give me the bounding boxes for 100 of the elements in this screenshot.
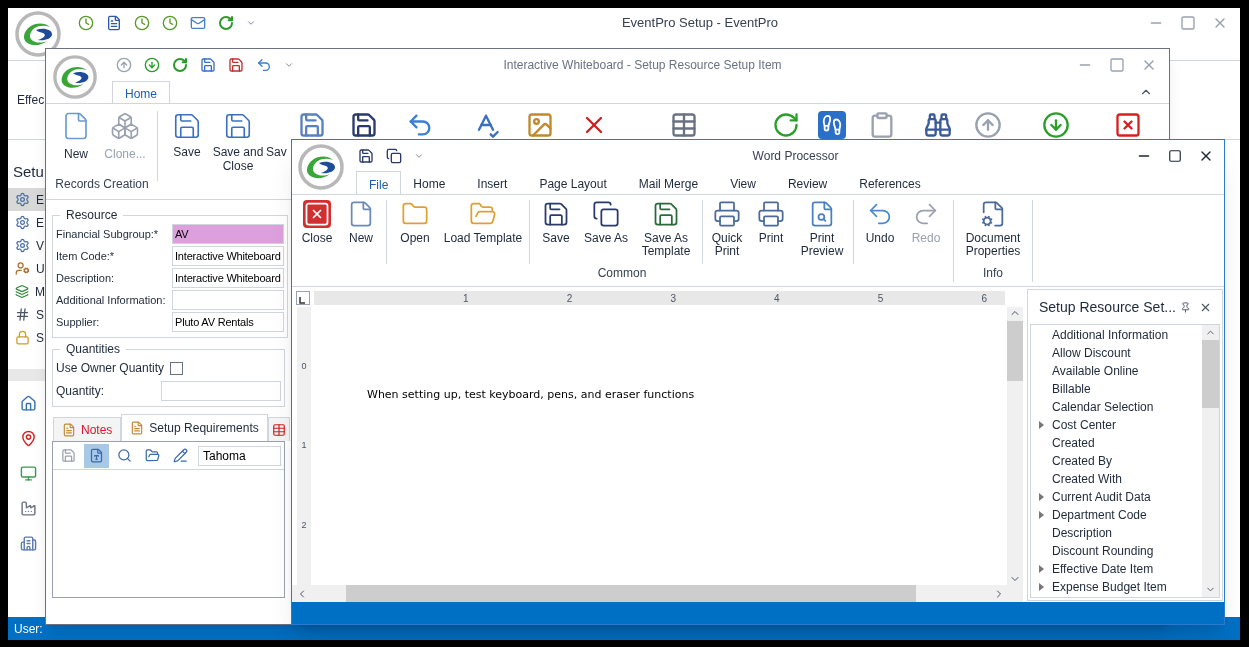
sidebar-item[interactable]: S <box>8 303 45 326</box>
printer-icon <box>713 200 741 228</box>
ribbon-tab[interactable]: Mail Merge <box>626 171 711 194</box>
ribbon-button[interactable]: Print Preview <box>794 200 850 264</box>
refresh-icon[interactable] <box>218 15 234 31</box>
ribbon-tab[interactable]: Insert <box>465 171 520 194</box>
logo-icon[interactable] <box>14 10 62 58</box>
checkbox[interactable] <box>170 361 184 375</box>
detail-tab[interactable]: Notes <box>53 417 122 441</box>
list-item[interactable]: Created By <box>1031 452 1202 470</box>
pin-icon[interactable] <box>1180 301 1191 313</box>
text-field[interactable]: AV <box>172 224 284 244</box>
save-icon[interactable] <box>358 147 374 164</box>
sidebar-item[interactable]: E <box>8 188 45 211</box>
expand-icon[interactable] <box>1039 421 1044 429</box>
ribbon-button[interactable]: Undo <box>857 200 903 264</box>
mail-icon[interactable] <box>190 15 206 31</box>
ribbon-button[interactable]: Save As <box>579 200 633 264</box>
monitor-icon[interactable] <box>20 465 37 482</box>
list-item[interactable]: Available Online <box>1031 362 1202 380</box>
text-field[interactable]: Interactive Whiteboard <box>172 268 284 288</box>
detail-tab[interactable]: Setup Requirements <box>121 414 268 441</box>
ribbon-button[interactable]: Save <box>164 111 210 199</box>
refresh-icon[interactable] <box>172 57 188 73</box>
font-field[interactable]: Tahoma <box>198 445 281 466</box>
clock-icon[interactable] <box>162 15 178 31</box>
list-scrollbar[interactable] <box>1202 325 1219 597</box>
save-icon[interactable] <box>200 57 216 73</box>
sidebar-item[interactable]: U <box>8 257 45 280</box>
ribbon-tab[interactable]: Home <box>112 81 170 103</box>
list-item[interactable]: Discount Rounding <box>1031 542 1202 560</box>
list-item[interactable]: Cost Center <box>1031 416 1202 434</box>
text-field[interactable] <box>172 290 284 310</box>
field-label: Description: <box>56 270 116 286</box>
ribbon-button[interactable]: Load Template <box>440 200 526 264</box>
undo-icon[interactable] <box>256 57 272 73</box>
dropdown-icon[interactable] <box>246 18 256 28</box>
scroll-thumb[interactable] <box>1007 321 1023 381</box>
ribbon-tab[interactable]: File <box>356 171 402 194</box>
ribbon-tab[interactable]: Review <box>775 171 840 194</box>
logo-icon[interactable] <box>52 54 98 100</box>
ribbon-button[interactable]: New <box>53 111 99 163</box>
ribbon-tab[interactable]: Home <box>401 171 458 194</box>
ribbon-button[interactable]: Save <box>533 200 579 264</box>
list-item[interactable]: Additional Information <box>1031 326 1202 344</box>
list-item[interactable]: Created <box>1031 434 1202 452</box>
list-item[interactable]: Description <box>1031 524 1202 542</box>
ribbon-button[interactable]: Print <box>748 200 794 264</box>
dropdown-icon[interactable] <box>284 60 294 70</box>
clock-icon[interactable] <box>78 15 94 31</box>
maximize-button[interactable] <box>1168 148 1182 163</box>
ribbon-button[interactable]: Open <box>390 200 440 264</box>
scroll-thumb[interactable] <box>346 585 916 602</box>
sidebar-item[interactable]: M <box>8 280 45 303</box>
factory-icon[interactable] <box>20 500 37 517</box>
ribbon-button[interactable]: Save As Template <box>633 200 699 264</box>
ribbon-button[interactable]: Sav <box>266 111 290 199</box>
text-field[interactable]: Interactive Whiteboard <box>172 246 284 266</box>
ribbon-tab[interactable]: Page Layout <box>527 171 619 194</box>
close-icon <box>303 200 331 228</box>
ribbon-tab[interactable]: References <box>847 171 933 194</box>
sidebar-item[interactable]: V <box>8 234 45 257</box>
building-icon[interactable] <box>20 535 37 552</box>
list-item[interactable]: Effective Date Item <box>1031 560 1202 578</box>
tab-stop-selector[interactable] <box>296 291 310 305</box>
logo-icon[interactable] <box>297 143 345 191</box>
vertical-scrollbar[interactable] <box>1007 307 1023 585</box>
house-icon[interactable] <box>20 395 37 412</box>
ribbon-button[interactable]: Quick Print <box>706 200 748 264</box>
scroll-thumb[interactable] <box>1202 340 1219 408</box>
list-item[interactable]: Created With <box>1031 470 1202 488</box>
list-item[interactable]: Department Code <box>1031 506 1202 524</box>
list-item[interactable]: Current Audit Data <box>1031 488 1202 506</box>
sidebar-item[interactable]: S <box>8 326 45 349</box>
text-format-icon <box>89 448 104 463</box>
save-all-icon[interactable] <box>386 147 402 164</box>
list-item[interactable]: Expense Budget Item <box>1031 578 1202 596</box>
sidebar-item[interactable]: E <box>8 211 45 234</box>
detail-tab[interactable] <box>267 417 290 441</box>
expand-icon[interactable] <box>1039 493 1044 501</box>
ribbon-button[interactable]: Save and Close <box>210 111 266 199</box>
ribbon-button[interactable]: Close <box>295 200 339 264</box>
expand-icon[interactable] <box>1039 565 1044 573</box>
expand-icon[interactable] <box>1039 583 1044 591</box>
list-item[interactable]: Allow Discount <box>1031 344 1202 362</box>
save-template-icon <box>652 200 680 228</box>
toolbar-button[interactable] <box>84 443 109 468</box>
expand-icon[interactable] <box>1039 511 1044 519</box>
pushpin-icon[interactable] <box>20 430 37 447</box>
quantity-field[interactable] <box>161 381 281 401</box>
document-icon[interactable] <box>106 15 122 31</box>
list-item[interactable]: Calendar Selection <box>1031 398 1202 416</box>
ribbon-tab[interactable]: View <box>718 171 768 194</box>
save-close-icon[interactable] <box>228 57 244 73</box>
ribbon-button[interactable]: Document Properties <box>958 200 1028 258</box>
horizontal-scrollbar[interactable] <box>292 585 1023 602</box>
text-field[interactable]: Pluto AV Rentals <box>172 312 284 332</box>
ribbon-button[interactable]: New <box>339 200 383 264</box>
clock-icon[interactable] <box>134 15 150 31</box>
list-item[interactable]: Billable <box>1031 380 1202 398</box>
